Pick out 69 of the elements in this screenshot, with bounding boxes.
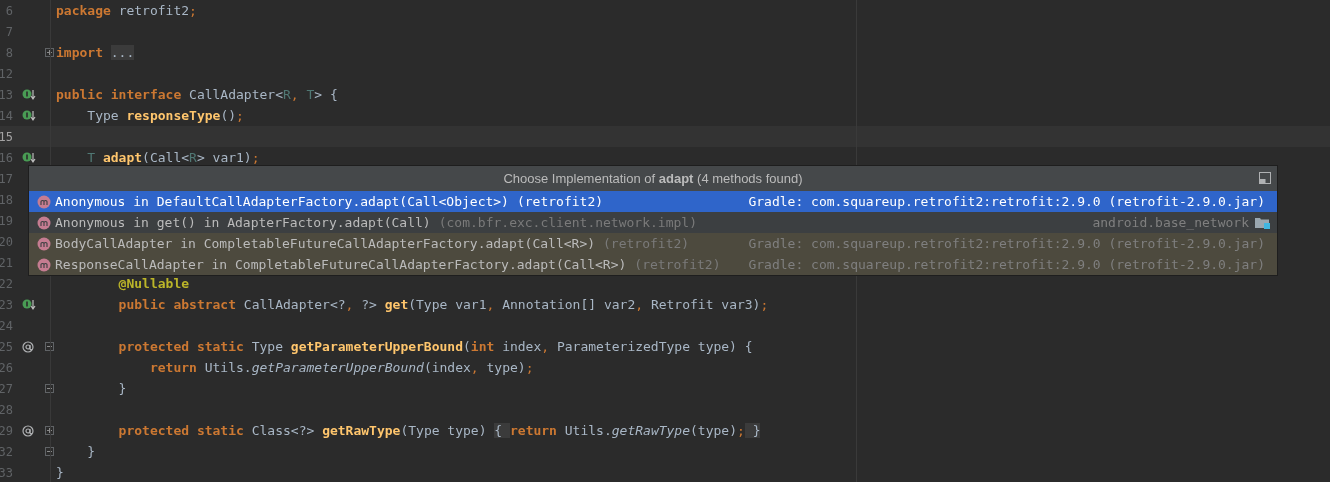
code-line: public abstract CallAdapter<?, ?> get(Type var1, Annotation[] var2, Retrofit var3); bbox=[117, 296, 769, 314]
line-number: 18 bbox=[0, 192, 13, 207]
line-number: 12 bbox=[0, 66, 13, 81]
location-text: Gradle: com.squareup.retrofit2:retrofit:2.9.0 (retrofit-2.9.0.jar) bbox=[748, 257, 1265, 272]
location-text: Gradle: com.squareup.retrofit2:retrofit:2.9.0 (retrofit-2.9.0.jar) bbox=[748, 194, 1265, 209]
line-number: 6 bbox=[4, 3, 13, 18]
method-signature: Anonymous in get() in AdapterFactory.adapt(Call) bbox=[55, 215, 431, 230]
code-line: } bbox=[56, 464, 64, 482]
code-line: T adapt(Call<R> var1); bbox=[86, 149, 260, 167]
method-icon bbox=[37, 215, 51, 230]
method-signature: BodyCallAdapter in CompletableFutureCallAdapterFactory.adapt(Call<R>) bbox=[55, 236, 596, 251]
line-number: 14 bbox=[0, 108, 13, 123]
code-line: protected static Type getParameterUpperBound(int index, ParameterizedType type) { bbox=[117, 338, 753, 356]
line-number: 32 bbox=[0, 444, 13, 459]
implementation-item[interactable]: BodyCallAdapter in CompletableFutureCallAdapterFactory.adapt(Call<R>) (retrofit2) Gradle: com.squareup.retrofit2:retrofit:2.9.0 (retrofit-2.9.0.jar) bbox=[29, 233, 1277, 254]
line-number: 25 bbox=[0, 339, 13, 354]
line-number: 15 bbox=[0, 129, 13, 144]
line-number: 13 bbox=[0, 87, 13, 102]
expand-fold-icon[interactable] bbox=[45, 426, 54, 435]
code-line: @Nullable bbox=[117, 275, 190, 293]
package-name: (com.bfr.exc.client.network.impl) bbox=[438, 215, 697, 230]
line-number: 8 bbox=[4, 45, 13, 60]
line-number: 7 bbox=[4, 24, 13, 39]
code-line: protected static Class<?> getRawType(Type type) { return Utils.getRawType(type); } bbox=[117, 422, 761, 440]
location-text: Gradle: com.squareup.retrofit2:retrofit:2.9.0 (retrofit-2.9.0.jar) bbox=[748, 236, 1265, 251]
code-line: import ... bbox=[56, 44, 135, 62]
collapse-fold-icon[interactable] bbox=[45, 342, 54, 351]
package-name: (retrofit2) bbox=[603, 236, 690, 251]
implementation-item[interactable]: ResponseCallAdapter in CompletableFutureCallAdapterFactory.adapt(Call<R>) (retrofit2) Gradle: com.squareup.retrofit2:retrofit:2.9.0 (retrofit-2.9.0.jar) bbox=[29, 254, 1277, 275]
line-number: 27 bbox=[0, 381, 13, 396]
line-number: 17 bbox=[0, 171, 13, 186]
line-number: 29 bbox=[0, 423, 13, 438]
line-number: 21 bbox=[0, 255, 13, 270]
line-number: 28 bbox=[0, 402, 13, 417]
line-number: 23 bbox=[0, 297, 13, 312]
code-line: package retrofit2; bbox=[56, 2, 197, 20]
method-icon bbox=[37, 257, 51, 272]
line-number: 26 bbox=[0, 360, 13, 375]
implemented-icon[interactable] bbox=[22, 298, 36, 311]
code-line: } bbox=[117, 380, 127, 398]
annotation-icon[interactable] bbox=[22, 424, 34, 437]
line-number: 16 bbox=[0, 150, 13, 165]
module-folder-icon bbox=[1255, 215, 1271, 230]
line-number: 24 bbox=[0, 318, 13, 333]
collapse-fold-icon[interactable] bbox=[45, 384, 54, 393]
implemented-icon[interactable] bbox=[22, 88, 36, 101]
package-name: (retrofit2) bbox=[634, 257, 721, 272]
expand-fold-icon[interactable] bbox=[45, 48, 54, 57]
popup-title: Choose Implementation of adapt (4 methods found) bbox=[503, 171, 803, 186]
code-line: Type responseType(); bbox=[86, 107, 244, 125]
method-icon bbox=[37, 194, 51, 209]
implemented-icon[interactable] bbox=[22, 109, 36, 122]
code-line: public interface CallAdapter<R, T> { bbox=[56, 86, 338, 104]
method-signature: Anonymous in DefaultCallAdapterFactory.adapt(Call<Object>) bbox=[55, 194, 509, 209]
location-text: android.base_network bbox=[1092, 215, 1249, 230]
method-icon bbox=[37, 236, 51, 251]
implementation-item[interactable]: Anonymous in DefaultCallAdapterFactory.adapt(Call<Object>) (retrofit2) Gradle: com.squareup.retrofit2:retrofit:2.9.0 (retrofit-2.9.0.jar) bbox=[29, 191, 1277, 212]
line-number: 19 bbox=[0, 213, 13, 228]
pin-icon[interactable] bbox=[1259, 172, 1271, 184]
code-line: return Utils.getParameterUpperBound(index, type); bbox=[148, 359, 534, 377]
package-name: (retrofit2) bbox=[516, 194, 604, 209]
collapse-fold-icon[interactable] bbox=[45, 447, 54, 456]
annotation-icon[interactable] bbox=[22, 340, 34, 353]
code-line: } bbox=[86, 443, 96, 461]
line-number: 20 bbox=[0, 234, 13, 249]
method-signature: ResponseCallAdapter in CompletableFutureCallAdapterFactory.adapt(Call<R>) bbox=[55, 257, 627, 272]
implemented-icon[interactable] bbox=[22, 151, 36, 164]
line-number: 22 bbox=[0, 276, 13, 291]
line-number: 33 bbox=[0, 465, 13, 480]
